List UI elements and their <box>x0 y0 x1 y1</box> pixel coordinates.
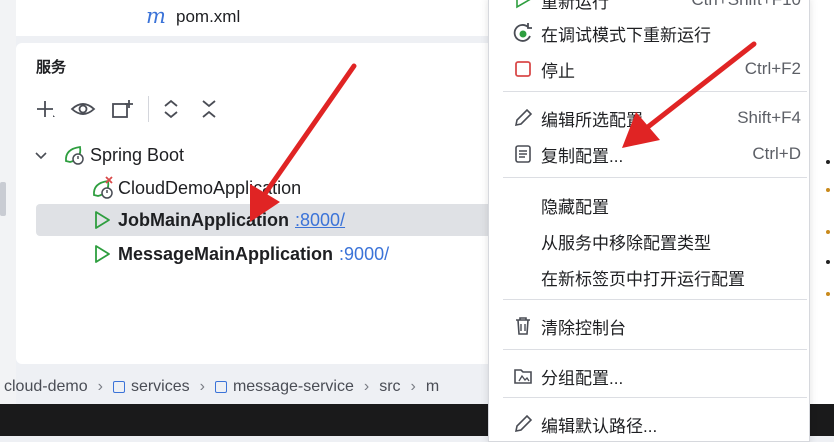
editor-dot <box>826 188 830 192</box>
eye-icon[interactable] <box>70 96 96 122</box>
copy-doc-icon <box>511 142 535 166</box>
chevron-right-icon: › <box>199 378 205 395</box>
module-icon <box>214 381 227 393</box>
services-title: 服务 <box>36 59 67 76</box>
project-tree-panel <box>16 0 490 36</box>
menu-item-remove-config-type[interactable]: 从服务中移除配置类型 <box>489 224 809 258</box>
collapse-all-icon[interactable] <box>196 96 222 122</box>
tree-group-label: Spring Boot <box>90 144 185 165</box>
trash-icon <box>511 314 535 338</box>
debug-rerun-icon <box>511 21 535 45</box>
menu-item-edit-config[interactable]: 编辑所选配置 Shift+F4 <box>489 101 809 135</box>
run-triangle-icon <box>92 210 118 230</box>
editor-dot <box>826 292 830 296</box>
menu-separator <box>503 299 807 300</box>
folder-icon <box>511 364 535 388</box>
menu-item-rerun-debug[interactable]: 在调试模式下重新运行 <box>489 16 809 50</box>
port-link[interactable]: :8000/ <box>295 210 345 231</box>
editor-edge <box>806 0 834 404</box>
breadcrumb-item[interactable]: services <box>131 378 190 396</box>
maven-m-icon: m <box>146 4 166 28</box>
breadcrumb-item[interactable]: message-service <box>233 378 354 396</box>
breadcrumb: cloud-demo › services › message-service … <box>0 372 490 402</box>
rail-active-marker <box>0 182 6 216</box>
run-triangle-icon <box>92 244 118 264</box>
new-config-icon[interactable] <box>110 96 136 122</box>
tree-item-label: MessageMainApplication <box>118 243 334 264</box>
module-icon <box>112 381 125 393</box>
port-link[interactable]: :9000/ <box>339 244 389 265</box>
tree-item-messagemain[interactable]: MessageMainApplication :9000/ <box>92 239 389 269</box>
rerun-icon <box>511 0 535 12</box>
tree-item-clouddemo[interactable]: CloudDemoApplication <box>90 173 301 203</box>
toolbar-separator <box>148 96 149 122</box>
spring-boot-error-icon <box>90 175 118 201</box>
pencil-icon <box>511 106 535 130</box>
editor-dot <box>826 230 830 234</box>
tree-group-spring-boot[interactable]: Spring Boot <box>34 140 184 170</box>
chevron-right-icon: › <box>410 378 416 395</box>
spring-boot-icon <box>62 143 88 167</box>
breadcrumb-item[interactable]: src <box>379 378 400 396</box>
tree-item-jobmain[interactable]: JobMainApplication :8000/ <box>92 205 345 235</box>
menu-separator <box>503 397 807 398</box>
menu-item-rerun[interactable]: 重新运行 Ctrl+Shift+F10 <box>489 0 809 17</box>
menu-item-copy-config[interactable]: 复制配置... Ctrl+D <box>489 137 809 171</box>
context-menu: 重新运行 Ctrl+Shift+F10 在调试模式下重新运行 停止 Ctrl+F… <box>488 0 810 442</box>
breadcrumb-item[interactable]: m <box>426 378 439 396</box>
menu-separator <box>503 177 807 178</box>
menu-separator <box>503 91 807 92</box>
menu-item-open-in-new-tab[interactable]: 在新标签页中打开运行配置 <box>489 260 809 294</box>
menu-item-clear-console[interactable]: 清除控制台 <box>489 309 809 343</box>
chevron-down-icon[interactable] <box>34 148 52 162</box>
tree-item-label: JobMainApplication <box>118 209 289 230</box>
editor-dot <box>826 160 830 164</box>
menu-item-hide-config[interactable]: 隐藏配置 <box>489 188 809 222</box>
pencil-icon <box>511 412 535 436</box>
editor-dot <box>826 260 830 264</box>
chevron-right-icon: › <box>97 378 103 395</box>
pom-file-label[interactable]: pom.xml <box>176 7 240 27</box>
tree-item-label: CloudDemoApplication <box>118 177 302 198</box>
chevron-right-icon: › <box>363 378 370 395</box>
expand-all-icon[interactable] <box>158 96 184 122</box>
breadcrumb-item[interactable]: cloud-demo <box>4 378 88 396</box>
add-icon[interactable] <box>32 96 58 122</box>
menu-separator <box>503 349 807 350</box>
menu-item-stop[interactable]: 停止 Ctrl+F2 <box>489 52 809 86</box>
stop-icon <box>511 57 535 81</box>
menu-item-group-configs[interactable]: 分组配置... <box>489 359 809 393</box>
